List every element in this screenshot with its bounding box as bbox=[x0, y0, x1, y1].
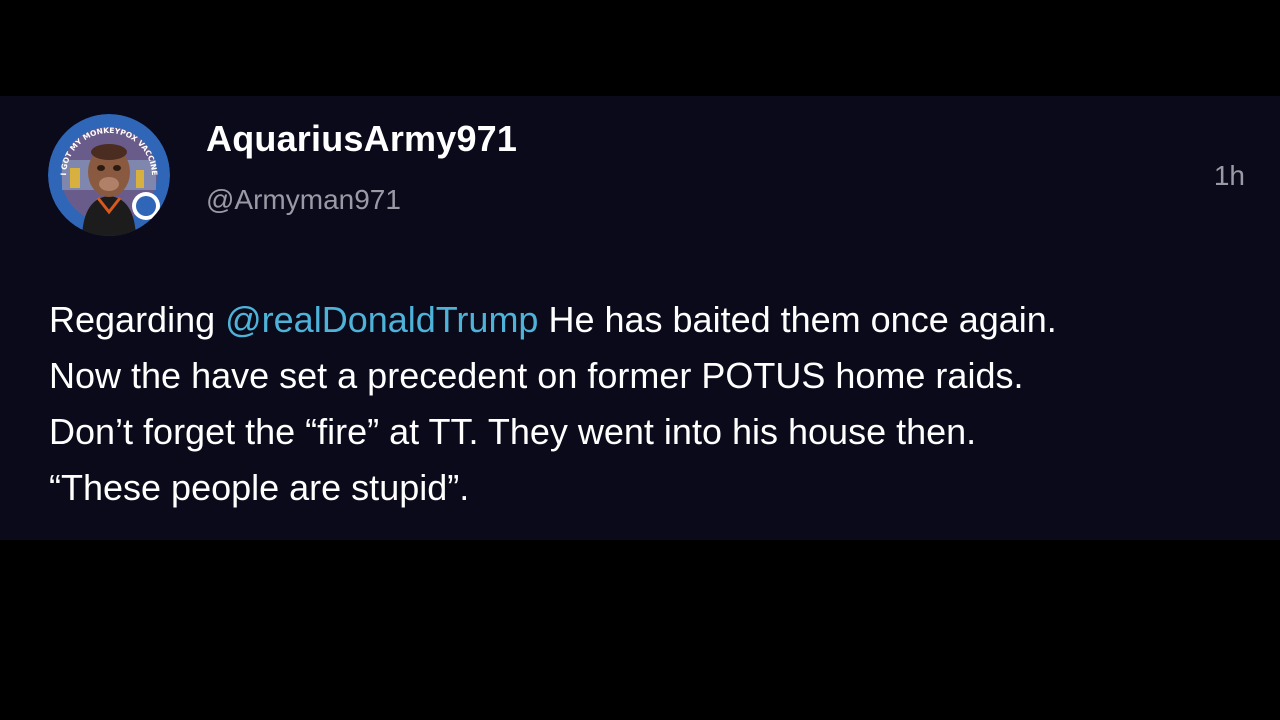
post-body-prefix: Regarding bbox=[49, 299, 226, 340]
avatar-image: I GOT MY MONKEYPOX VACCINE bbox=[48, 114, 170, 236]
post-body-line-1-rest: He has baited them once again. bbox=[538, 299, 1057, 340]
avatar[interactable]: I GOT MY MONKEYPOX VACCINE bbox=[48, 114, 170, 236]
screen: I GOT MY MONKEYPOX VACCINE AquariusArmy9… bbox=[0, 0, 1280, 720]
mention-link[interactable]: @realDonaldTrump bbox=[225, 299, 538, 340]
post-body-line-3: Don’t forget the “fire” at TT. They went… bbox=[49, 411, 977, 452]
post-timestamp: 1h bbox=[1213, 160, 1245, 191]
post-body-line-2: Now the have set a precedent on former P… bbox=[49, 355, 1024, 396]
post-card[interactable]: I GOT MY MONKEYPOX VACCINE AquariusArmy9… bbox=[0, 96, 1280, 540]
display-name[interactable]: AquariusArmy971 bbox=[206, 118, 517, 160]
post-body-line-1: Regarding @realDonaldTrump He has baited… bbox=[49, 292, 1249, 348]
user-handle[interactable]: @Armyman971 bbox=[206, 184, 401, 216]
post-body-line-4: “These people are stupid”. bbox=[49, 467, 470, 508]
post-body: Regarding @realDonaldTrump He has baited… bbox=[49, 292, 1249, 516]
